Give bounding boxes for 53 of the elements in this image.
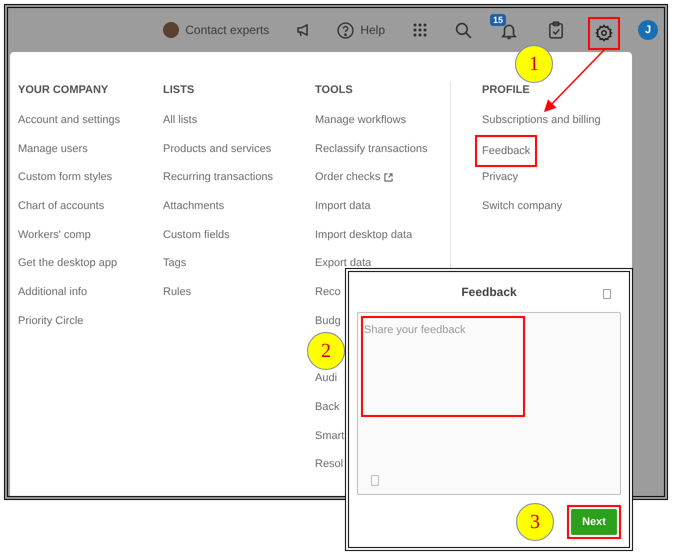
- menu-item[interactable]: Priority Circle: [18, 312, 84, 330]
- menu-item[interactable]: Import data: [315, 198, 371, 215]
- step-number-badge: 2: [307, 332, 345, 370]
- search-icon[interactable]: [455, 22, 472, 38]
- menu-item[interactable]: Manage workflows: [315, 112, 406, 128]
- avatar-photo: [163, 22, 180, 38]
- menu-item[interactable]: Workers' comp: [18, 226, 91, 244]
- menu-item[interactable]: Feedback: [475, 134, 538, 168]
- menu-item[interactable]: Switch company: [482, 198, 562, 215]
- apps-grid-icon[interactable]: [413, 23, 427, 37]
- bell-icon[interactable]: [500, 22, 518, 40]
- section-heading: LISTS: [163, 83, 196, 98]
- user-avatar[interactable]: J: [638, 20, 658, 40]
- menu-item[interactable]: Back: [315, 398, 340, 416]
- menu-item[interactable]: Rules: [163, 284, 192, 301]
- square-icon: [603, 289, 611, 299]
- menu-item[interactable]: Reco: [315, 284, 341, 301]
- menu-item[interactable]: Import desktop data: [315, 226, 412, 244]
- dialog-title: Feedback: [461, 284, 517, 301]
- menu-item[interactable]: Recurring transactions: [163, 169, 274, 186]
- menu-item[interactable]: Budg: [315, 312, 341, 330]
- notification-badge: 15: [490, 14, 506, 26]
- menu-item[interactable]: Manage users: [18, 140, 88, 158]
- menu-item[interactable]: Subscriptions and billing: [482, 112, 601, 128]
- square-icon: [371, 475, 379, 486]
- menu-item[interactable]: All lists: [163, 112, 198, 128]
- menu-item[interactable]: Chart of accounts: [18, 198, 104, 215]
- menu-item[interactable]: Privacy: [482, 169, 518, 186]
- menu-item[interactable]: Smart: [315, 428, 344, 444]
- menu-item[interactable]: Custom form styles: [18, 169, 112, 186]
- menu-item[interactable]: Custom fields: [163, 226, 230, 244]
- menu-item[interactable]: Additional info: [18, 284, 88, 301]
- menu-item[interactable]: Get the desktop app: [18, 255, 118, 272]
- placeholder-text: Share your feedback: [364, 323, 467, 338]
- menu-item[interactable]: Tags: [163, 255, 186, 272]
- next-button[interactable]: Next: [571, 509, 617, 536]
- menu-item[interactable]: Account and settings: [18, 112, 120, 128]
- menu-item[interactable]: Reclassify transactions: [315, 140, 428, 158]
- contact-experts-button[interactable]: Contact experts: [163, 21, 270, 39]
- menu-item[interactable]: Resol: [315, 456, 344, 473]
- help-icon: [337, 22, 354, 38]
- menu-item[interactable]: Export data: [315, 255, 372, 272]
- menu-item[interactable]: Order checks: [315, 169, 394, 186]
- section-heading: PROFILE: [482, 83, 531, 98]
- feedback-textarea[interactable]: Share your feedback: [357, 312, 621, 495]
- clipboard-icon[interactable]: [548, 21, 564, 39]
- menu-item[interactable]: Products and services: [163, 140, 272, 158]
- menu-item[interactable]: Attachments: [163, 198, 224, 215]
- menu-item[interactable]: Audi: [315, 370, 338, 387]
- section-heading: TOOLS: [315, 83, 354, 98]
- section-heading: YOUR COMPANY: [18, 83, 110, 98]
- settings-icon[interactable]: [595, 24, 613, 42]
- help-button[interactable]: Help: [337, 21, 385, 39]
